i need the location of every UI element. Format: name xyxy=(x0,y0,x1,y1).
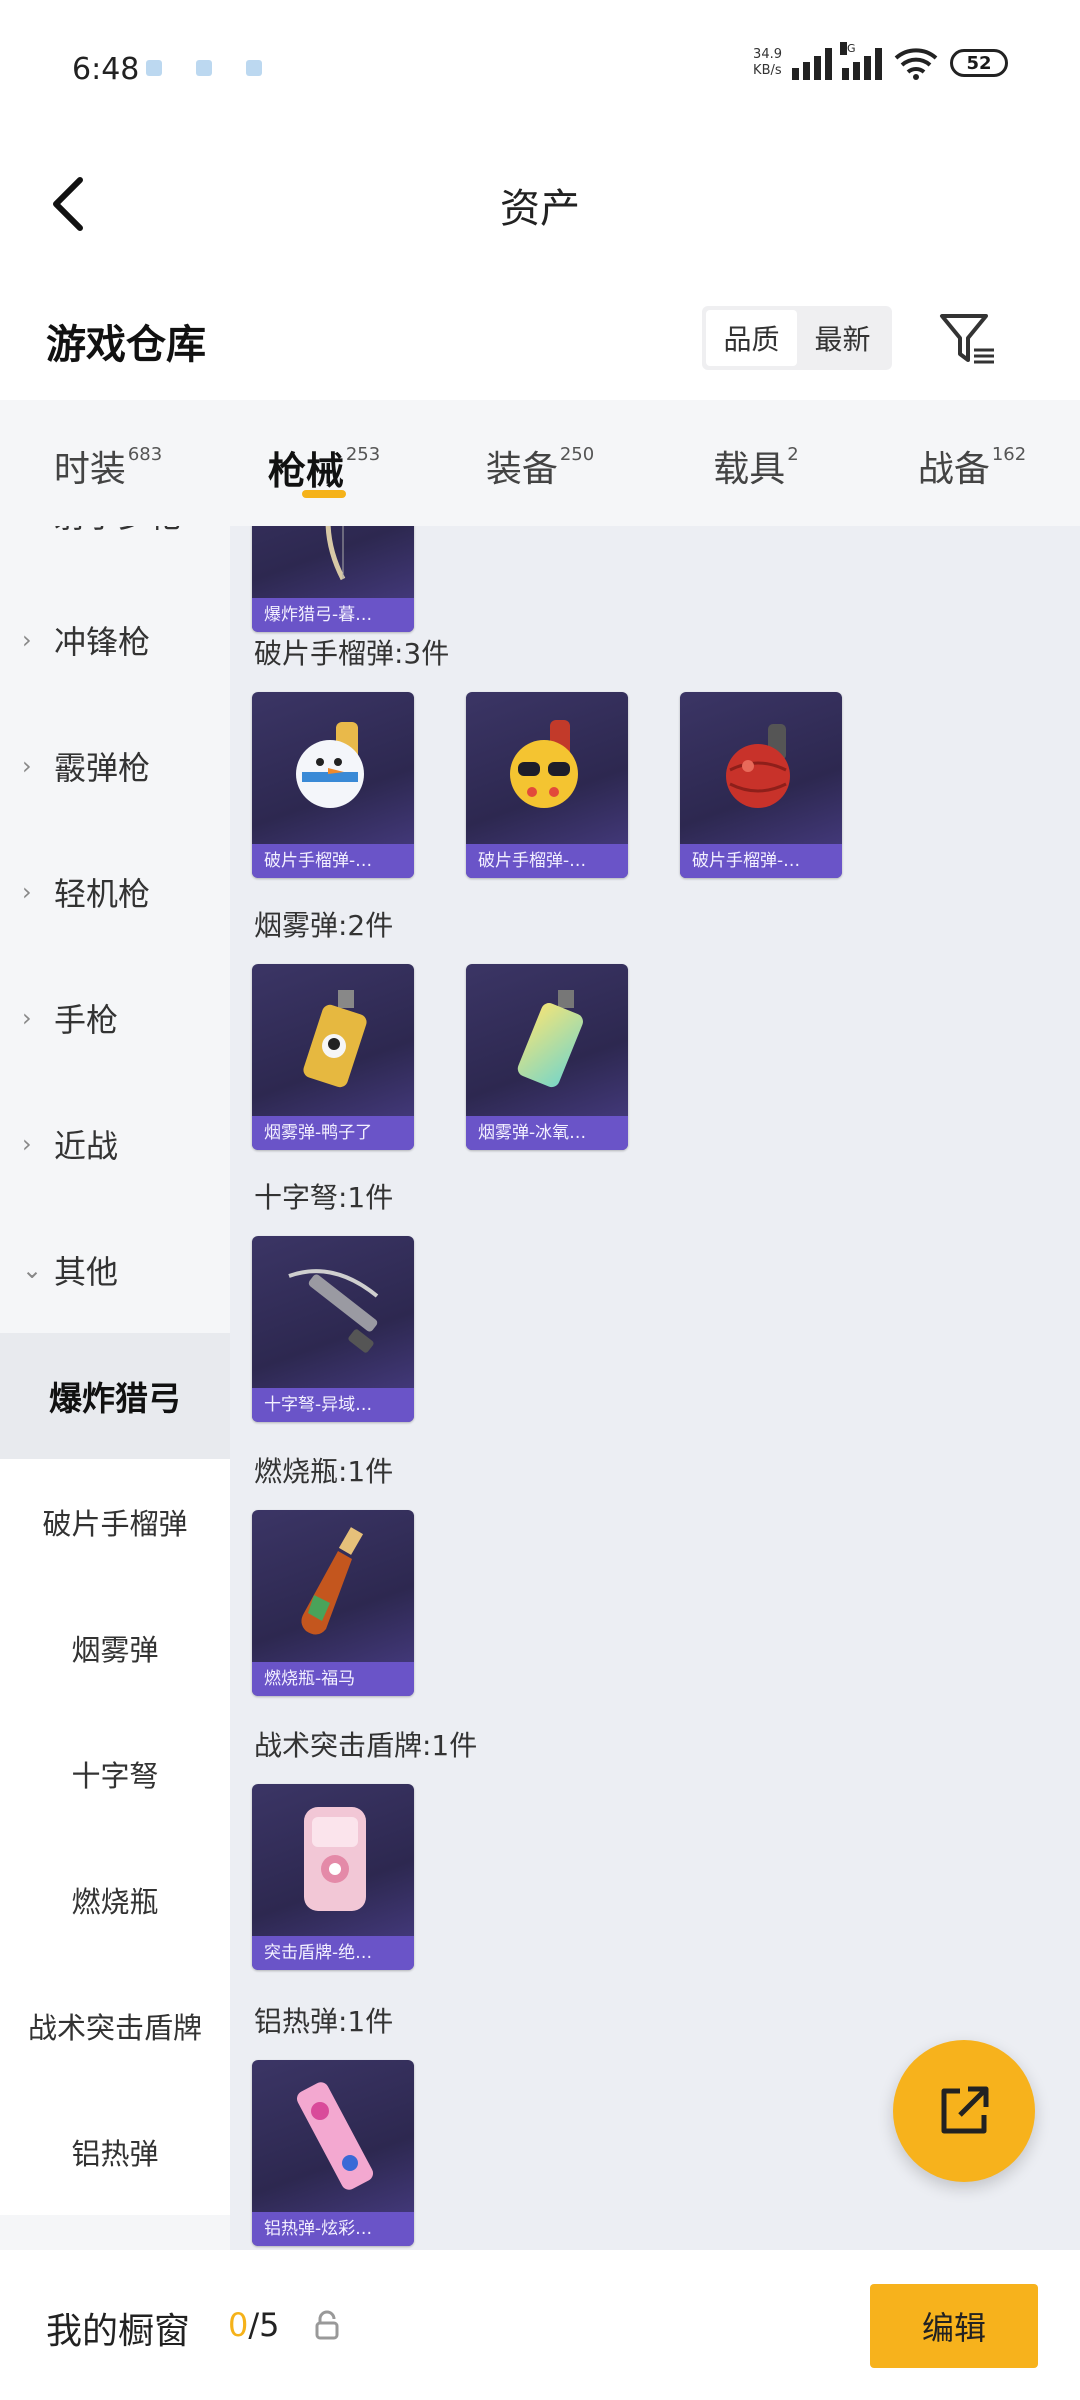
lock-icon xyxy=(315,2310,339,2340)
tab-supplies[interactable]: 战备 162 xyxy=(864,400,1080,526)
notification-icons xyxy=(146,60,262,76)
item-card[interactable]: 破片手榴弹-… xyxy=(466,692,628,878)
chevron-down-icon: ⌄ xyxy=(22,1256,43,1284)
sidebar-sub-tactical-shield[interactable]: 战术突击盾牌 xyxy=(0,1963,230,2089)
sidebar-item-shotgun[interactable]: › 霰弹枪 xyxy=(0,703,230,829)
weapon-sidebar: ›射手步枪 ›冲锋枪 ›霰弹枪 ›轻机枪 ›手枪 ›近战 ⌄其他 爆炸猎弓 破片… xyxy=(0,526,230,2250)
item-label: 突击盾牌-绝… xyxy=(252,1936,414,1970)
sidebar-item-lmg[interactable]: › 轻机枪 xyxy=(0,829,230,955)
wifi-icon xyxy=(894,48,938,80)
filter-icon[interactable] xyxy=(938,310,998,370)
status-right: 34.9 KB/s 5G 52 xyxy=(753,42,1008,80)
sort-quality-button[interactable]: 品质 xyxy=(706,310,797,366)
mint-smoke-icon xyxy=(466,964,628,1114)
chevron-right-icon: › xyxy=(22,1130,32,1158)
group-title: 破片手榴弹:3件 xyxy=(254,637,450,670)
sidebar-sub-crossbow[interactable]: 十字弩 xyxy=(0,1711,230,1837)
header: 资产 xyxy=(0,140,1080,260)
bow-icon xyxy=(252,526,414,596)
sidebar-item-melee[interactable]: › 近战 xyxy=(0,1081,230,1207)
item-card[interactable]: 爆炸猎弓-暮… xyxy=(252,526,414,632)
thermite-icon xyxy=(252,2060,414,2210)
item-card[interactable]: 烟雾弹-冰氧… xyxy=(466,964,628,1150)
item-card[interactable]: 烟雾弹-鸭子了 xyxy=(252,964,414,1150)
status-time: 6:48 xyxy=(72,52,140,87)
sidebar-item-other[interactable]: ⌄ 其他 xyxy=(0,1207,230,1333)
network-speed: 34.9 KB/s xyxy=(753,47,782,78)
item-label: 破片手榴弹-… xyxy=(466,844,628,878)
item-label: 烟雾弹-冰氧… xyxy=(466,1116,628,1150)
signal-5g-icon: 5G xyxy=(840,42,882,80)
crossbow-icon xyxy=(252,1236,414,1386)
shield-icon xyxy=(252,1784,414,1934)
sidebar-sub-smoke-grenade[interactable]: 烟雾弹 xyxy=(0,1585,230,1711)
item-label: 铝热弹-炫彩… xyxy=(252,2212,414,2246)
tab-equipment[interactable]: 装备 250 xyxy=(432,400,648,526)
warehouse-row: 游戏仓库 品质 最新 xyxy=(0,290,1080,390)
showcase-label: 我的橱窗 xyxy=(46,2311,191,2352)
sidebar-sub-molotov[interactable]: 燃烧瓶 xyxy=(0,1837,230,1963)
penguin-smoke-icon xyxy=(252,964,414,1114)
showcase-bar: 我的橱窗 0/5 编辑 xyxy=(0,2250,1080,2400)
item-card[interactable]: 燃烧瓶-福马 xyxy=(252,1510,414,1696)
snowman-grenade-icon xyxy=(252,692,414,842)
chevron-right-icon: › xyxy=(22,526,40,528)
share-button[interactable] xyxy=(893,2040,1035,2182)
status-bar: 6:48 34.9 KB/s 5G 52 xyxy=(0,0,1080,140)
notification-icon xyxy=(146,60,162,76)
sort-newest-button[interactable]: 最新 xyxy=(797,310,888,366)
edit-button[interactable]: 编辑 xyxy=(870,2284,1038,2368)
group-title: 战术突击盾牌:1件 xyxy=(254,1729,478,1762)
group-title: 十字弩:1件 xyxy=(254,1181,394,1214)
sidebar-item-marksman-rifle[interactable]: ›射手步枪 xyxy=(0,526,230,577)
item-label: 破片手榴弹-… xyxy=(680,844,842,878)
molotov-icon xyxy=(252,1510,414,1660)
item-grid: 爆炸猎弓-暮… 破片手榴弹:3件 破片手榴弹-… 破片手榴弹-… 破片手榴弹-…… xyxy=(230,526,1080,2250)
item-card[interactable]: 铝热弹-炫彩… xyxy=(252,2060,414,2246)
group-title: 烟雾弹:2件 xyxy=(254,909,394,942)
chevron-right-icon: › xyxy=(22,752,32,780)
item-card[interactable]: 破片手榴弹-… xyxy=(252,692,414,878)
item-label: 破片手榴弹-… xyxy=(252,844,414,878)
sidebar-sub-explosive-bow[interactable]: 爆炸猎弓 xyxy=(0,1333,230,1459)
page-title: 资产 xyxy=(500,186,580,232)
tab-weapons[interactable]: 枪械 253 xyxy=(216,400,432,526)
red-grenade-icon xyxy=(680,692,842,842)
showcase-count: 0/5 xyxy=(228,2306,280,2344)
tab-fashion[interactable]: 时装 683 xyxy=(0,400,216,526)
item-card[interactable]: 十字弩-异域… xyxy=(252,1236,414,1422)
group-title: 铝热弹:1件 xyxy=(254,2005,394,2038)
sort-toggle: 品质 最新 xyxy=(702,306,892,370)
item-label: 十字弩-异域… xyxy=(252,1388,414,1422)
sidebar-sub-frag-grenade[interactable]: 破片手榴弹 xyxy=(0,1459,230,1585)
item-card[interactable]: 破片手榴弹-… xyxy=(680,692,842,878)
active-tab-indicator xyxy=(302,490,346,498)
item-label: 烟雾弹-鸭子了 xyxy=(252,1116,414,1150)
item-label: 燃烧瓶-福马 xyxy=(252,1662,414,1696)
item-card[interactable]: 突击盾牌-绝… xyxy=(252,1784,414,1970)
sidebar-sub-thermite[interactable]: 铝热弹 xyxy=(0,2089,230,2215)
share-icon xyxy=(941,2086,989,2134)
group-title: 燃烧瓶:1件 xyxy=(254,1455,394,1488)
warehouse-title: 游戏仓库 xyxy=(46,322,206,368)
tab-vehicles[interactable]: 载具 2 xyxy=(648,400,864,526)
chevron-right-icon: › xyxy=(22,626,32,654)
battery-icon: 52 xyxy=(950,49,1008,77)
emoji-grenade-icon xyxy=(466,692,628,842)
notification-icon xyxy=(246,60,262,76)
sidebar-item-pistol[interactable]: › 手枪 xyxy=(0,955,230,1081)
category-tabs: 时装 683 枪械 253 装备 250 载具 2 战备 162 xyxy=(0,400,1080,526)
chevron-right-icon: › xyxy=(22,878,32,906)
item-label: 爆炸猎弓-暮… xyxy=(252,598,414,632)
signal-icon xyxy=(792,46,832,80)
notification-icon xyxy=(196,60,212,76)
chevron-right-icon: › xyxy=(22,1004,32,1032)
sidebar-item-smg[interactable]: › 冲锋枪 xyxy=(0,577,230,703)
